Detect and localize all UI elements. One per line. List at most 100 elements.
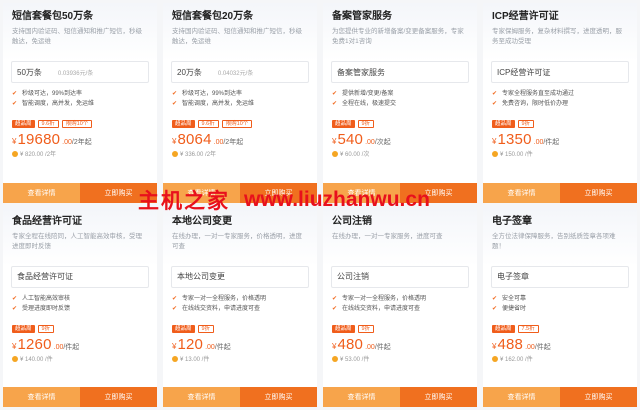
card-description: 在线办理，一对一专家服务，进度可查 — [332, 232, 443, 240]
feature-text: 专家全程服务直至成功通过 — [502, 91, 575, 97]
buy-now-button[interactable]: 立即购买 — [240, 387, 317, 407]
card-actions: 查看详情 立即购买 — [323, 387, 477, 407]
card-description: 全方位法律保障服务，告别纸质签章各项难题！ — [492, 232, 616, 250]
price-value: 8064 — [177, 131, 212, 148]
card-actions: 查看详情 立即购买 — [3, 387, 157, 407]
feature-list: ✔ 专家全程服务直至成功通过 ✔ 免费咨询，限时低价办理 — [483, 83, 637, 119]
currency-symbol: ¥ — [492, 341, 497, 351]
feature-text: 人工智能高效审核 — [22, 295, 71, 302]
feature-item: ✔ 秒级可达，99%到达率 — [12, 89, 148, 99]
feature-item: ✔ 受理进度即时反馈 — [12, 304, 148, 314]
feature-text: 受理进度即时反馈 — [22, 305, 71, 312]
check-icon: ✔ — [172, 295, 178, 302]
coin-icon — [172, 355, 178, 362]
coin-icon — [12, 355, 18, 362]
buy-now-button[interactable]: 立即购买 — [560, 182, 637, 203]
card-title: 备案管家服务 — [332, 11, 392, 22]
card-header: 备案管家服务 为您提供专业的新增备案/变更备案服务，专家免费1对1咨询 — [323, 3, 477, 61]
view-details-button[interactable]: 查看详情 — [323, 182, 400, 203]
card-description: 专家保姆服务，复杂材料撰写，进度透明，服务至成功受理 — [492, 28, 622, 45]
promo-badge: 超品周 — [172, 324, 195, 333]
price-row: ¥ 19680 .00 /2年起 — [3, 129, 157, 149]
view-details-button[interactable]: 查看详情 — [3, 182, 80, 203]
spec-option[interactable]: 本地公司变更 — [171, 265, 309, 288]
feature-item: ✔ 在线线交资料，申请进度可查 — [172, 304, 308, 314]
discount-badge: 9.6折 — [197, 120, 219, 128]
card-header: ICP经营许可证 专家保姆服务，复杂材料撰写，进度透明，服务至成功受理 — [483, 3, 637, 61]
price-period: /次起 — [374, 139, 391, 146]
spec-option[interactable]: 电子签章 — [491, 265, 629, 288]
limit-badge: 限购10个 — [61, 120, 93, 128]
view-details-button[interactable]: 查看详情 — [163, 387, 240, 407]
spec-option[interactable]: 备案管家服务 — [331, 61, 469, 83]
card-header: 公司注销 在线办理，一对一专家服务，进度可查 — [323, 207, 477, 266]
buy-now-button[interactable]: 立即购买 — [400, 387, 477, 407]
original-price: ¥ 140.00 /件 — [3, 354, 157, 366]
feature-list: ✔ 安全可靠 ✔ 便捷省时 — [483, 288, 637, 324]
card-description: 支持国内验证码、短信通知和推广短信，秒级触达，免运维 — [12, 28, 142, 45]
original-price: ¥ 13.00 /件 — [163, 354, 317, 366]
card-title: ICP经营许可证 — [492, 11, 559, 22]
feature-text: 秒级可达，99%到达率 — [182, 91, 243, 97]
feature-item: ✔ 智能调度，高并发，免运维 — [172, 99, 308, 109]
discount-badge: 9折 — [357, 324, 375, 333]
feature-text: 安全可靠 — [502, 295, 527, 302]
spec-label: 50万条 — [17, 67, 42, 77]
view-details-button[interactable]: 查看详情 — [483, 387, 560, 407]
card-actions: 查看详情 立即购买 — [323, 182, 477, 203]
price-row: ¥ 120 .00 /件起 — [163, 334, 317, 354]
promo-badge: 超品周 — [12, 324, 35, 333]
product-card: 短信套餐包20万条 支持国内验证码、短信通知和推广短信，秒级触达，免运维 20万… — [163, 3, 317, 203]
price-value: 1350 — [497, 131, 532, 148]
currency-symbol: ¥ — [492, 137, 497, 146]
product-card: ICP经营许可证 专家保姆服务，复杂材料撰写，进度透明，服务至成功受理 ICP经… — [483, 3, 637, 203]
view-details-button[interactable]: 查看详情 — [163, 182, 240, 203]
tag-row: 超品周 9折 — [163, 324, 317, 334]
buy-now-button[interactable]: 立即购买 — [80, 182, 157, 203]
buy-now-button[interactable]: 立即购买 — [240, 182, 317, 203]
price-value: 120 — [177, 335, 204, 353]
feature-text: 在线线交资料，申请进度可查 — [182, 305, 261, 312]
feature-text: 全程在线，极速提交 — [342, 101, 397, 107]
price-period: /件起 — [543, 139, 560, 146]
price-row: ¥ 480 .00 /件起 — [323, 334, 477, 354]
check-icon: ✔ — [492, 305, 498, 312]
spec-option[interactable]: ICP经营许可证 — [491, 61, 629, 83]
card-header: 食品经营许可证 专家全程在线陪同，人工智能高效审核，受理进度即时反馈 — [3, 207, 157, 266]
feature-text: 专家一对一全程服务，价格透明 — [182, 295, 267, 302]
currency-symbol: ¥ — [12, 341, 17, 351]
spec-unit-price: 0.03936元/条 — [57, 70, 94, 77]
spec-label: 食品经营许可证 — [17, 272, 73, 281]
card-title: 短信套餐包20万条 — [172, 11, 254, 22]
feature-list: ✔ 专家一对一全程服务，价格透明 ✔ 在线线交资料，申请进度可查 — [323, 288, 477, 324]
price-decimals: .00 — [53, 343, 64, 351]
original-price: ¥ 820.00 /2年 — [3, 149, 157, 161]
feature-text: 在线线交资料，申请进度可查 — [342, 305, 421, 312]
card-actions: 查看详情 立即购买 — [163, 182, 317, 203]
buy-now-button[interactable]: 立即购买 — [80, 387, 157, 407]
coin-icon — [332, 355, 338, 362]
feature-item: ✔ 秒级可达，99%到达率 — [172, 89, 308, 99]
feature-item: ✔ 专家一对一全程服务，价格透明 — [332, 294, 468, 304]
tag-row: 超品周 9折 — [323, 119, 477, 129]
view-details-button[interactable]: 查看详情 — [3, 387, 80, 407]
original-price-text: ¥ 820.00 /2年 — [20, 152, 57, 158]
spec-option[interactable]: 公司注销 — [331, 265, 469, 288]
view-details-button[interactable]: 查看详情 — [323, 387, 400, 407]
spec-option[interactable]: 50万条 0.03936元/条 — [11, 61, 149, 83]
price-row: ¥ 1350 .00 /件起 — [483, 129, 637, 149]
check-icon: ✔ — [332, 305, 338, 312]
card-description: 在线办理，一对一专家服务，价格透明，进度可查 — [172, 232, 302, 250]
spec-option[interactable]: 食品经营许可证 — [11, 265, 149, 288]
tag-row: 超品周 9折 — [483, 119, 637, 129]
price-decimals: .00 — [365, 343, 375, 351]
original-price-text: ¥ 13.00 /件 — [180, 356, 210, 363]
currency-symbol: ¥ — [172, 341, 177, 351]
spec-option[interactable]: 20万条 0.04032元/条 — [171, 61, 309, 83]
discount-badge: 9折 — [357, 120, 375, 128]
buy-now-button[interactable]: 立即购买 — [400, 182, 477, 203]
card-description: 支持国内验证码、短信通知和推广短信，秒级触达，免运维 — [172, 28, 302, 45]
buy-now-button[interactable]: 立即购买 — [560, 387, 637, 407]
tag-row: 超品周 9折 — [323, 324, 477, 334]
view-details-button[interactable]: 查看详情 — [483, 182, 560, 203]
